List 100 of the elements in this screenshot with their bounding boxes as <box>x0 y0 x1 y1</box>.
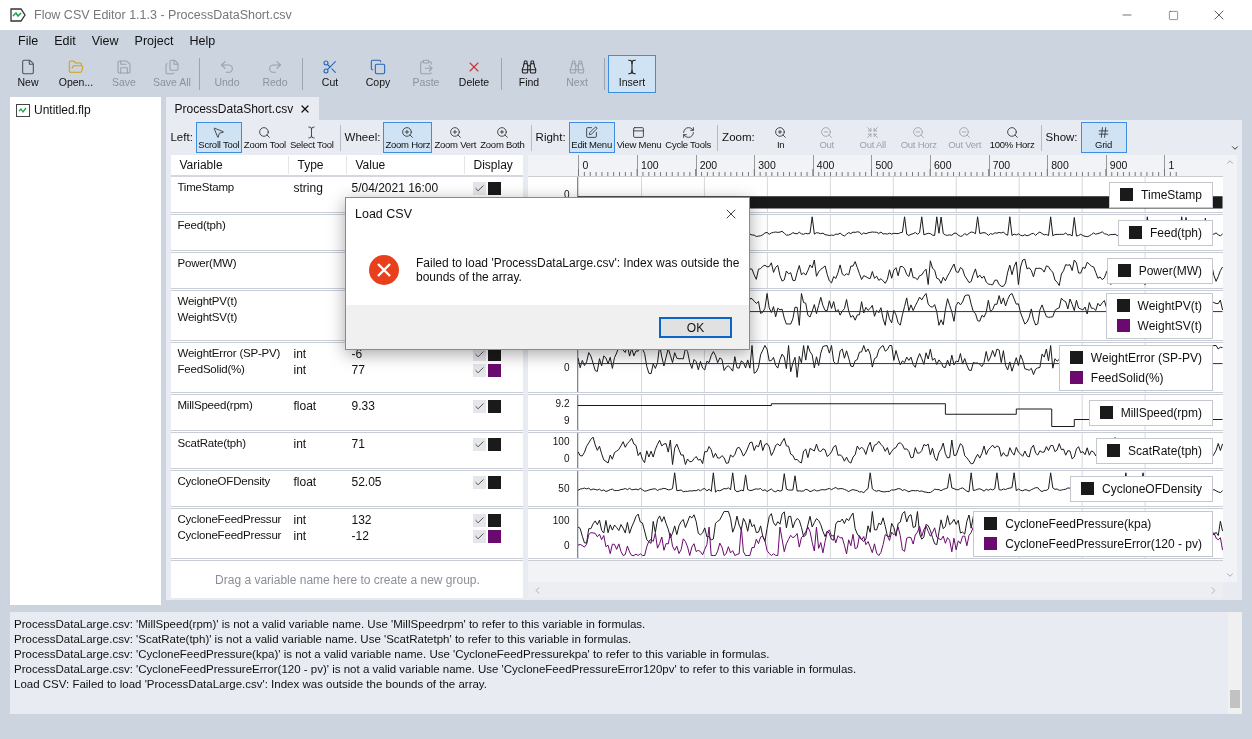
color-swatch[interactable] <box>488 181 502 195</box>
window-icon <box>632 125 646 139</box>
ruler-label: 100 <box>641 159 659 171</box>
tool-button[interactable]: Zoom Horz <box>383 122 433 153</box>
app-logo-icon <box>10 8 26 22</box>
tool-button[interactable]: 100% Horz <box>987 122 1037 153</box>
file-icon <box>16 103 30 117</box>
check-icon <box>474 514 486 526</box>
color-swatch[interactable] <box>488 475 502 489</box>
axis-label: 9 <box>563 416 570 427</box>
tool-button[interactable]: Select Tool <box>287 122 336 153</box>
check-icon <box>474 530 486 542</box>
menu-item[interactable]: Project <box>126 31 182 51</box>
menu-item[interactable]: Edit <box>46 31 84 51</box>
toolbar-button[interactable]: Open... <box>52 54 100 93</box>
variable-name[interactable]: CycloneOFDensity <box>171 473 290 491</box>
value-cell: 132 <box>351 513 372 527</box>
tool-button[interactable]: View Menu <box>614 122 664 153</box>
toolbar-button[interactable]: Cut <box>306 54 354 93</box>
type-cell: int <box>293 513 307 527</box>
menu-item[interactable]: File <box>10 31 47 51</box>
type-cell: string <box>293 181 323 195</box>
tool-button[interactable]: Zoom Tool <box>241 122 288 153</box>
tool-button[interactable]: Cycle Tools <box>663 122 714 153</box>
log-line: ProcessDataLarge.csv: 'CycloneFeedPressure(kpa)' is not a valid variable name. Use 'CycloneFeedPressurekpa' to refer to this variable in formulas. <box>14 647 771 662</box>
variable-name[interactable]: WeightPV(t) <box>171 293 290 311</box>
document-tab[interactable]: ProcessDataShort.csv <box>166 97 320 120</box>
axis-label: 50 <box>558 483 570 494</box>
zoom-in-icon <box>774 125 788 139</box>
variable-name[interactable]: TimeStamp <box>171 179 290 197</box>
display-checkbox[interactable] <box>473 475 487 489</box>
redo-icon <box>267 59 283 76</box>
display-checkbox[interactable] <box>473 513 487 527</box>
ruler-label: 700 <box>992 159 1011 171</box>
ok-button[interactable]: OK <box>659 316 732 338</box>
menu-item[interactable]: View <box>83 31 127 51</box>
toolbar-label: Right: <box>535 129 566 145</box>
log-line: ProcessDataLarge.csv: 'MillSpeed(rpm)' is not a valid variable name. Use 'MillSpeedrpm' to refer to this variable in formulas. <box>14 617 647 632</box>
type-cell: int <box>293 437 307 451</box>
toolbar-label: Wheel: <box>344 129 381 145</box>
tool-button[interactable]: Grid <box>1080 122 1127 153</box>
variable-name[interactable]: MillSpeed(rpm) <box>171 397 290 415</box>
edit-icon <box>585 125 599 139</box>
ruler-label: 400 <box>816 159 835 171</box>
color-swatch[interactable] <box>488 399 502 413</box>
zoom-out-icon <box>820 125 834 139</box>
log-line: Load CSV: Failed to load 'ProcessDataLarge.csv': Index was outside the bounds of the array. <box>14 677 488 692</box>
tool-button[interactable]: Edit Menu <box>568 122 615 153</box>
toolbar-button[interactable]: New <box>4 54 52 93</box>
variable-name[interactable]: Feed(tph) <box>171 217 290 235</box>
toolbar-button[interactable]: Copy <box>354 54 402 93</box>
legend-label: Power(MW) <box>1138 262 1202 280</box>
tool-button[interactable]: In <box>757 122 804 153</box>
legend-label: CycloneFeedPressureError(120 - pv) <box>1005 535 1202 553</box>
display-checkbox[interactable] <box>473 181 487 195</box>
axis-label: 100 <box>552 516 570 527</box>
display-checkbox[interactable] <box>473 529 487 543</box>
tool-button[interactable]: Zoom Both <box>478 122 527 153</box>
vertical-scrollbar[interactable] <box>1228 612 1242 714</box>
shrink-icon <box>866 125 880 139</box>
value-cell: 77 <box>351 363 365 377</box>
toolbar-button[interactable]: Delete <box>450 54 498 93</box>
toolbar-button[interactable]: Find <box>505 54 553 93</box>
legend-label: ScatRate(tph) <box>1127 442 1202 460</box>
dialog-title: Load CSV <box>355 205 412 223</box>
color-swatch[interactable] <box>488 363 502 377</box>
variable-name[interactable]: CycloneFeedPressur <box>171 527 290 545</box>
drop-hint: Drag a variable name here to create a new group. <box>215 571 480 589</box>
column-header[interactable]: Value <box>347 156 466 174</box>
column-header[interactable]: Display <box>465 156 522 174</box>
tool-button[interactable]: Zoom Vert <box>432 122 479 153</box>
ruler-label: 200 <box>699 159 718 171</box>
display-checkbox[interactable] <box>473 437 487 451</box>
binoculars-icon <box>521 59 537 76</box>
column-header[interactable]: Variable <box>171 156 290 174</box>
variable-name[interactable]: FeedSolid(%) <box>171 361 290 379</box>
variable-name[interactable]: Power(MW) <box>171 255 290 273</box>
variable-name[interactable]: ScatRate(tph) <box>171 435 290 453</box>
axis-label: 0 <box>563 362 570 373</box>
toolbar-label: Left: <box>170 129 193 145</box>
tree-item[interactable]: Untitled.flp <box>34 101 91 119</box>
color-swatch[interactable] <box>488 513 502 527</box>
cycle-icon <box>681 125 695 139</box>
color-swatch[interactable] <box>488 437 502 451</box>
color-swatch[interactable] <box>488 529 502 543</box>
toolbar-button[interactable]: Insert <box>608 54 656 93</box>
variable-name[interactable]: WeightSV(t) <box>171 309 290 327</box>
grid-icon <box>1097 125 1111 139</box>
overflow-icon[interactable] <box>1230 143 1240 153</box>
variable-name[interactable]: WeightError (SP-PV) <box>171 345 290 363</box>
menu-item[interactable]: Help <box>181 31 224 51</box>
display-checkbox[interactable] <box>473 363 487 377</box>
variable-name[interactable]: CycloneFeedPressur <box>171 511 290 529</box>
tool-button[interactable]: Scroll Tool <box>195 122 242 153</box>
legend-label: CycloneFeedPressure(kpa) <box>1005 515 1152 533</box>
column-header[interactable]: Type <box>289 156 348 174</box>
display-checkbox[interactable] <box>473 399 487 413</box>
window-title: Flow CSV Editor 1.1.3 - ProcessDataShort.csv <box>34 6 292 24</box>
scissors-icon <box>322 59 338 76</box>
ruler-label: 900 <box>1109 159 1128 171</box>
